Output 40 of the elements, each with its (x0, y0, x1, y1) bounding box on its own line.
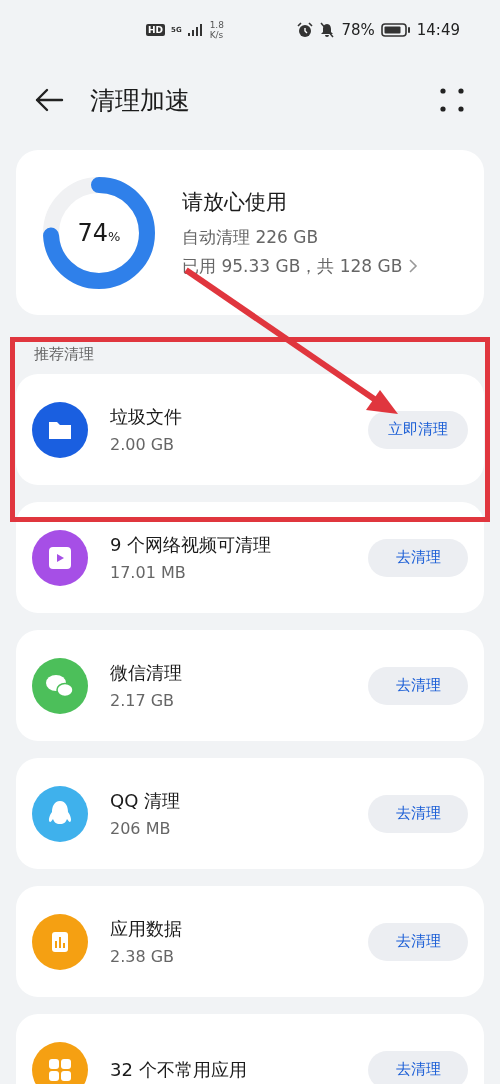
item-size: 2.00 GB (110, 435, 176, 454)
clean-item-card[interactable]: 9 个网络视频可清理 17.01 MB 去清理 (16, 502, 484, 613)
item-size: 2.17 GB (110, 691, 176, 710)
speed-value: 1.8 (209, 20, 224, 30)
auto-clean-label: 自动清理 226 GB (182, 225, 320, 249)
hd-badge: HD (146, 24, 165, 36)
signal-icon (187, 24, 204, 36)
clean-item-card[interactable]: 微信清理 2.17 GB 去清理 (16, 630, 484, 741)
usage-percent: 74% (77, 218, 121, 247)
item-title: 32 个不常用应用 (110, 1057, 248, 1082)
muted-bell-icon (319, 22, 336, 38)
item-title: 9 个网络视频可清理 (110, 533, 273, 557)
clean-button[interactable]: 立即清理 (368, 410, 468, 449)
more-options-icon[interactable] (440, 88, 464, 112)
item-size: 206 MB (110, 819, 172, 838)
clean-button[interactable]: 去清理 (368, 794, 468, 833)
clean-button[interactable]: 去清理 (368, 666, 468, 705)
battery-icon (380, 23, 411, 37)
clean-button[interactable]: 去清理 (368, 538, 468, 577)
clean-item-card[interactable]: QQ 清理 206 MB 去清理 (16, 758, 484, 869)
battery-percent: 78% (341, 21, 375, 39)
item-title: 垃圾文件 (110, 405, 183, 429)
clean-item-card[interactable]: 32 个不常用应用 去清理 (16, 1014, 484, 1084)
item-title: QQ 清理 (110, 789, 182, 813)
page-title: 清理加速 (90, 84, 190, 117)
chevron-right-icon (408, 258, 419, 274)
back-arrow-icon[interactable] (34, 88, 64, 112)
storage-headline: 请放心使用 (182, 188, 288, 216)
clock-time: 14:49 (416, 21, 460, 39)
alarm-icon (297, 22, 314, 38)
section-title: 推荐清理 (33, 344, 95, 365)
item-title: 应用数据 (110, 917, 183, 941)
clean-item-card[interactable]: 垃圾文件 2.00 GB 立即清理 (16, 374, 484, 485)
clean-item-card[interactable]: 应用数据 2.38 GB 去清理 (16, 886, 484, 997)
speed-unit: K/s (209, 30, 224, 40)
item-size: 2.38 GB (110, 947, 176, 966)
clean-button[interactable]: 去清理 (368, 1050, 468, 1084)
item-size: 17.01 MB (110, 563, 187, 582)
item-title: 微信清理 (110, 661, 183, 685)
clean-button[interactable]: 去清理 (368, 922, 468, 961)
